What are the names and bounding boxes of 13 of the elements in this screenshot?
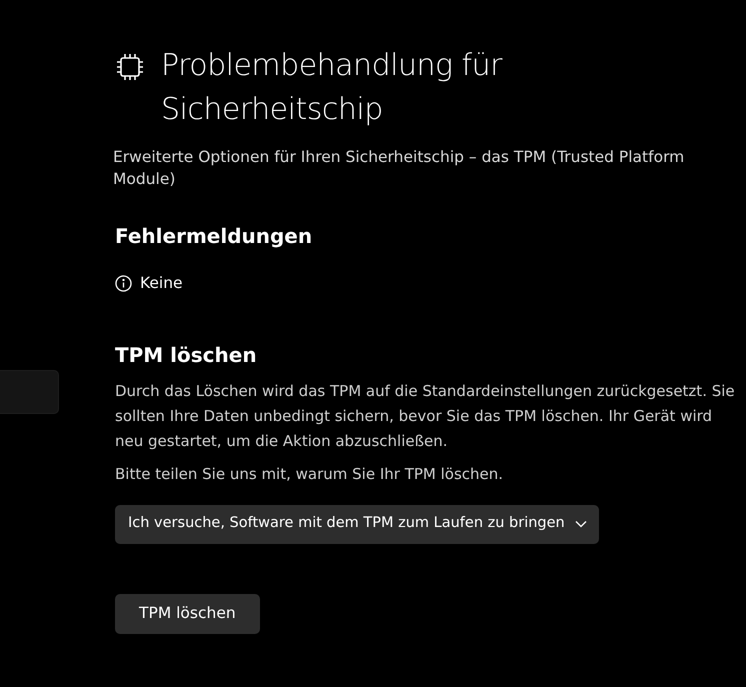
info-icon [115, 275, 132, 292]
reason-dropdown[interactable]: Ich versuche, Software mit dem TPM zum Laufen zu bringen [115, 505, 599, 544]
section-heading: TPM löschen [115, 343, 258, 368]
description-text: Durch das Löschen wird das TPM auf die Standardeinstellungen zurückgesetzt. Sie sollten Ihre Daten unbedingt sichern, bevor Sie das TPM löschen. Ihr Gerät wird neu gestartet, um die Aktion abzuschließen. [115, 381, 736, 452]
clear-tpm-button[interactable]: TPM löschen [115, 594, 260, 634]
page-subtitle: Erweiterte Optionen für Ihren Sicherheitschip – das TPM (Trusted Platform Module) [113, 147, 686, 190]
prompt-text: Bitte teilen Sie uns mit, warum Sie Ihr TPM löschen. [115, 464, 504, 486]
chip-icon [115, 52, 145, 82]
error-status: Keine [140, 273, 183, 294]
page-title: Problembehandlung für Sicherheitschip [161, 47, 504, 129]
chevron-down-icon [574, 520, 587, 528]
section-heading: Fehlermeldungen [115, 224, 314, 248]
sidebar-item[interactable] [0, 370, 59, 414]
